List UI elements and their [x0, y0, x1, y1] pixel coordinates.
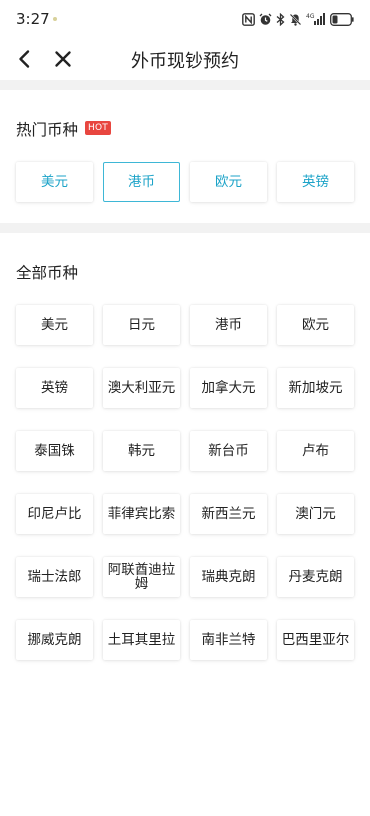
currency-item[interactable]: 菲律宾比索	[103, 494, 180, 534]
hot-currency-hkd[interactable]: 港币	[103, 162, 180, 202]
all-section-title: 全部币种	[16, 264, 79, 282]
currency-item[interactable]: 巴西里亚尔	[277, 620, 354, 660]
bluetooth-icon	[276, 12, 285, 26]
hot-badge: HOT	[85, 121, 111, 135]
currency-item[interactable]: 泰国铢	[16, 431, 93, 471]
signal-icon: 4G	[306, 12, 326, 26]
network-type-label: 4G	[306, 13, 315, 20]
nfc-icon	[242, 12, 255, 26]
hot-currency-eur[interactable]: 欧元	[190, 162, 267, 202]
currency-item[interactable]: 挪威克朗	[16, 620, 93, 660]
currency-item[interactable]: 英镑	[16, 368, 93, 408]
status-time: 3:27	[16, 10, 50, 28]
notification-dot-icon	[53, 17, 57, 21]
navigation-bar: 外币现钞预约	[0, 38, 370, 80]
section-divider	[0, 80, 370, 90]
currency-item[interactable]: 澳大利亚元	[103, 368, 180, 408]
currency-item[interactable]: 欧元	[277, 305, 354, 345]
close-icon[interactable]	[52, 48, 74, 70]
currency-item[interactable]: 新加坡元	[277, 368, 354, 408]
hot-section-title: 热门币种	[16, 121, 79, 139]
status-icons: 4G	[242, 11, 354, 27]
currency-item[interactable]: 韩元	[103, 431, 180, 471]
currency-item[interactable]: 印尼卢比	[16, 494, 93, 534]
battery-icon	[330, 12, 354, 26]
hot-currency-usd[interactable]: 美元	[16, 162, 93, 202]
section-divider	[0, 223, 370, 233]
currency-item[interactable]: 港币	[190, 305, 267, 345]
chevron-left-icon[interactable]	[14, 48, 36, 70]
currency-item[interactable]: 瑞士法郎	[16, 557, 93, 597]
currency-item[interactable]: 土耳其里拉	[103, 620, 180, 660]
currency-item[interactable]: 日元	[103, 305, 180, 345]
currency-item[interactable]: 阿联酋迪拉姆	[103, 557, 180, 597]
currency-item[interactable]: 澳门元	[277, 494, 354, 534]
currency-item[interactable]: 瑞典克朗	[190, 557, 267, 597]
currency-item[interactable]: 卢布	[277, 431, 354, 471]
status-bar: 3:27 4G	[0, 0, 370, 38]
currency-item[interactable]: 丹麦克朗	[277, 557, 354, 597]
hot-currency-gbp[interactable]: 英镑	[277, 162, 354, 202]
currency-item[interactable]: 新台币	[190, 431, 267, 471]
mute-icon	[289, 13, 302, 26]
currency-item[interactable]: 南非兰特	[190, 620, 267, 660]
currency-item[interactable]: 新西兰元	[190, 494, 267, 534]
currency-item[interactable]: 加拿大元	[190, 368, 267, 408]
alarm-icon	[259, 13, 272, 26]
currency-item[interactable]: 美元	[16, 305, 93, 345]
